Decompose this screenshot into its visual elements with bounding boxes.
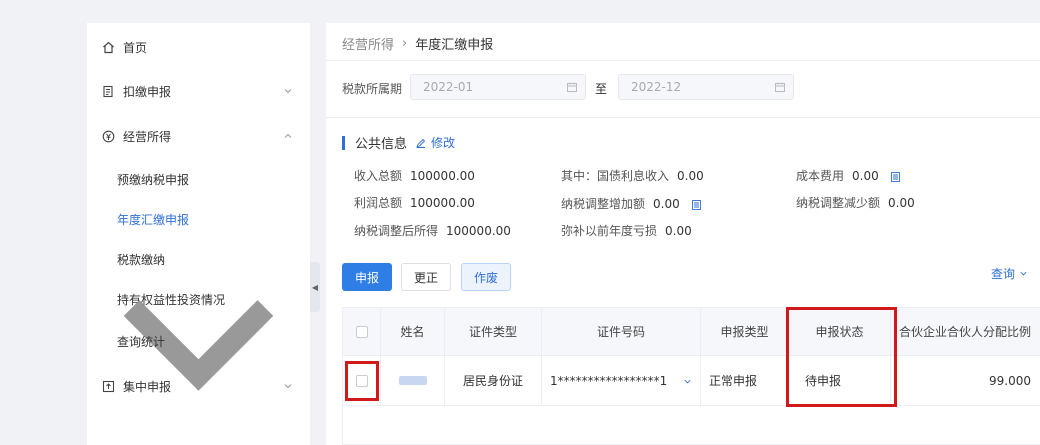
period-to-label: 至: [595, 82, 608, 96]
profit-total: 利润总额 100000.00: [354, 194, 475, 211]
row-partner-ratio: 99.000: [989, 373, 1031, 388]
table-header: 姓名 证件类型 证件号码 申报类型 申报状态 合伙企业合伙人分配比例: [343, 308, 1040, 356]
row-name-cell: [381, 356, 445, 405]
row-checkbox[interactable]: [355, 374, 368, 387]
sidebar-subitem-label: 预缴纳税申报: [117, 172, 190, 187]
sidebar-subitem-label: 查询统计: [117, 334, 166, 349]
sidebar: 首页 扣缴申报 经营所得 预缴纳税申报 年度汇缴申报 税款缴纳 持有权益性投资情…: [87, 23, 310, 445]
adjusted-income-label: 纳税调整后所得: [354, 224, 439, 238]
sidebar-item-label: 首页: [123, 40, 148, 55]
profit-total-label: 利润总额: [354, 196, 403, 210]
adjusted-income: 纳税调整后所得 100000.00: [354, 222, 511, 239]
divider: [326, 117, 1040, 118]
row-declare-type: 正常申报: [701, 356, 789, 405]
breadcrumb: 经营所得 › 年度汇缴申报: [342, 34, 493, 53]
sidebar-item-label: 集中申报: [123, 379, 172, 394]
header-id-type: 证件类型: [445, 308, 542, 355]
row-id-type: 居民身份证: [445, 356, 542, 405]
breadcrumb-parent[interactable]: 经营所得: [342, 34, 394, 53]
period-end-input[interactable]: 2022-12: [618, 74, 794, 100]
period-end-value: 2022-12: [631, 80, 682, 94]
public-info-heading: 公共信息: [342, 133, 407, 152]
pencil-icon: [416, 138, 426, 148]
sidebar-item-home[interactable]: 首页: [87, 29, 310, 65]
tax-adjust-increase-value: 0.00: [653, 197, 680, 211]
detail-list-icon[interactable]: [890, 171, 900, 182]
profit-total-value: 100000.00: [410, 196, 475, 210]
chevron-down-icon[interactable]: [683, 377, 692, 386]
tax-adjust-decrease-value: 0.00: [888, 196, 915, 210]
cost-expense: 成本费用 0.00: [796, 167, 900, 184]
document-list-icon: [101, 84, 115, 98]
sidebar-item-label: 扣缴申报: [123, 84, 172, 99]
tax-adjust-increase-label: 纳税调整增加额: [561, 197, 646, 211]
income-total-label: 收入总额: [354, 169, 403, 183]
chevron-down-icon: [1020, 271, 1027, 276]
loss-offset-label: 弥补以前年度亏损: [561, 224, 658, 238]
sidebar-subitem-prepay[interactable]: 预缴纳税申报: [87, 162, 310, 196]
header-status: 申报状态: [789, 308, 891, 355]
caret-left-icon: ◀: [311, 282, 319, 292]
detail-list-icon[interactable]: [691, 199, 701, 210]
period-start-input[interactable]: 2022-01: [410, 74, 586, 100]
correct-button[interactable]: 更正: [401, 263, 451, 291]
loss-offset-value: 0.00: [665, 224, 692, 238]
calendar-icon: [775, 82, 785, 92]
treasury-interest: 其中：国债利息收入 0.00: [561, 167, 704, 184]
row-id-number: 1*****************1: [550, 373, 668, 388]
breadcrumb-current: 年度汇缴申报: [415, 38, 494, 53]
sidebar-subitem-label: 年度汇缴申报: [117, 212, 190, 227]
section-accent-bar: [342, 135, 345, 150]
sidebar-collapse-toggle[interactable]: ◀: [310, 262, 320, 312]
treasury-interest-value: 0.00: [677, 169, 704, 183]
period-start-value: 2022-01: [423, 80, 474, 94]
home-icon: [101, 40, 115, 54]
tax-adjust-decrease: 纳税调整减少额 0.00: [796, 194, 915, 211]
header-id-number: 证件号码: [542, 308, 701, 355]
upload-box-icon: [101, 379, 115, 393]
row-status: 待申报: [789, 356, 891, 405]
row-id-number-cell: 1*****************1: [542, 356, 701, 405]
query-toggle[interactable]: 查询: [991, 265, 1028, 282]
chevron-down-icon: [284, 384, 292, 389]
declare-button[interactable]: 申报: [342, 263, 392, 291]
loss-offset: 弥补以前年度亏损 0.00: [561, 222, 692, 239]
public-info-title: 公共信息: [355, 137, 408, 152]
header-select-cell: [343, 308, 381, 355]
sidebar-subitem-query-stats[interactable]: 查询统计: [87, 299, 310, 391]
header-partner-ratio: 合伙企业合伙人分配比例: [899, 325, 1032, 339]
yen-icon: [101, 129, 115, 143]
divider: [326, 60, 1040, 61]
declaration-table: 姓名 证件类型 证件号码 申报类型 申报状态 合伙企业合伙人分配比例 居民身份证…: [342, 307, 1040, 445]
sidebar-item-label: 经营所得: [123, 129, 172, 144]
breadcrumb-separator: ›: [402, 36, 408, 51]
row-select-cell: [343, 356, 381, 405]
redacted-name[interactable]: [398, 376, 427, 385]
select-all-checkbox[interactable]: [355, 325, 368, 338]
sidebar-item-batch-declare[interactable]: 集中申报: [87, 368, 310, 404]
query-label: 查询: [991, 267, 1016, 281]
table-row: 居民身份证 1*****************1 正常申报 待申报 99.00…: [343, 356, 1040, 406]
tax-adjust-increase: 纳税调整增加额 0.00: [561, 195, 701, 212]
edit-label: 修改: [431, 136, 456, 150]
adjusted-income-value: 100000.00: [446, 224, 511, 238]
calendar-icon: [567, 82, 577, 92]
header-declare-type: 申报类型: [701, 308, 789, 355]
cost-expense-value: 0.00: [852, 169, 879, 183]
income-total-value: 100000.00: [410, 169, 475, 183]
sidebar-item-business-income[interactable]: 经营所得: [87, 118, 310, 154]
sidebar-item-withholding[interactable]: 扣缴申报: [87, 73, 310, 109]
cost-expense-label: 成本费用: [796, 169, 845, 183]
edit-public-info-button[interactable]: 修改: [416, 134, 455, 151]
void-button[interactable]: 作废: [461, 263, 511, 291]
main-panel: 经营所得 › 年度汇缴申报 税款所属期 2022-01 至 2022-12 公共…: [326, 23, 1040, 445]
chevron-down-icon: [284, 89, 292, 94]
tax-period-label: 税款所属期: [342, 82, 403, 96]
tax-adjust-decrease-label: 纳税调整减少额: [796, 196, 881, 210]
treasury-interest-label: 其中：国债利息收入: [561, 169, 670, 183]
chevron-up-icon: [284, 133, 292, 138]
header-name: 姓名: [381, 308, 445, 355]
income-total: 收入总额 100000.00: [354, 167, 475, 184]
